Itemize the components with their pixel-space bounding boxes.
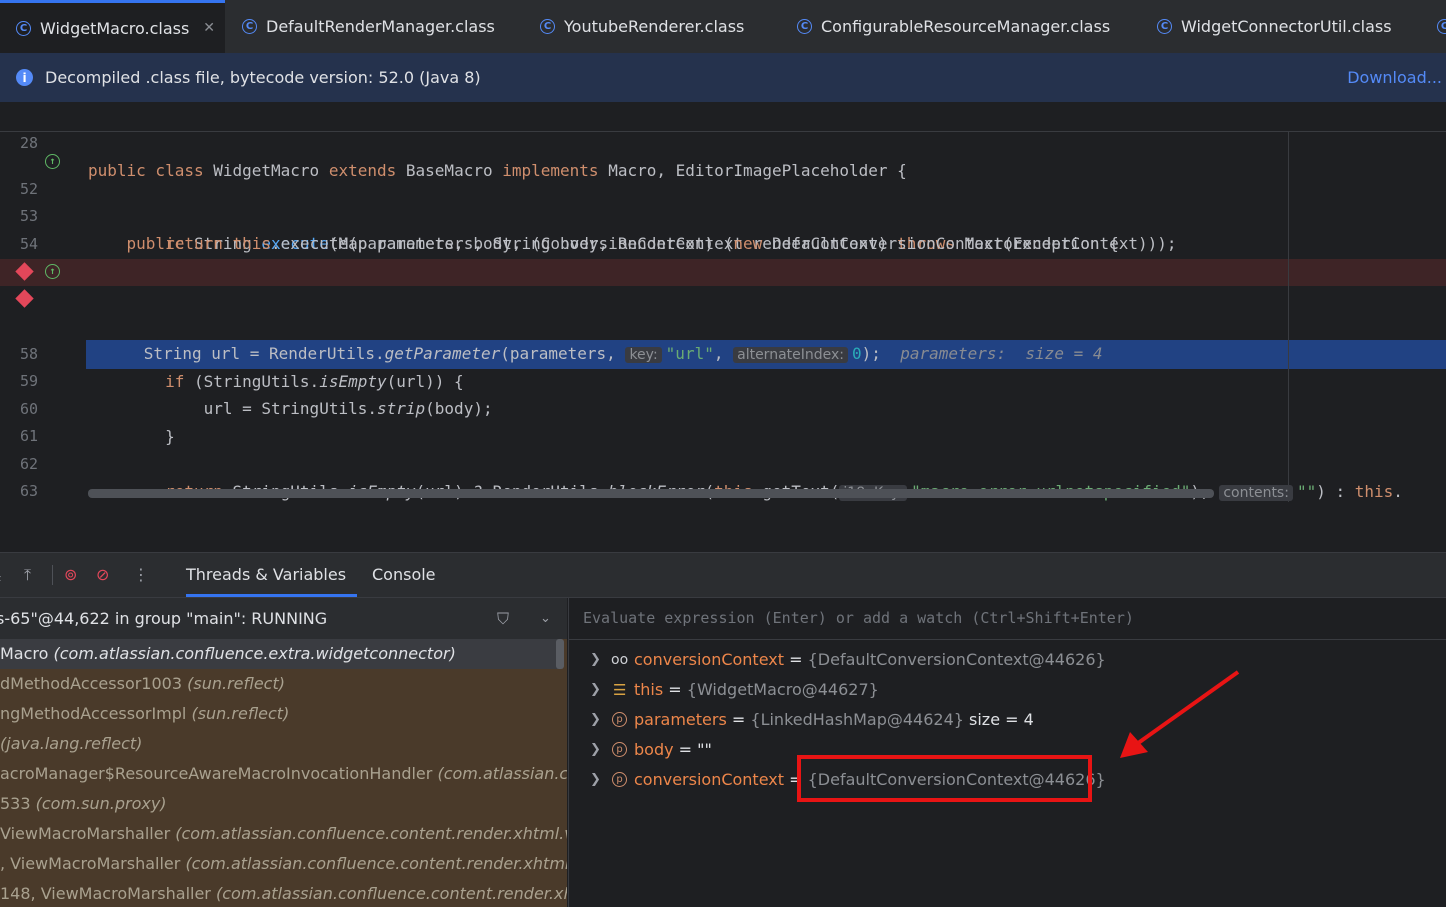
tab-configurableresourcemanager[interactable]: C ConfigurableResourceManager.class xyxy=(797,0,1110,53)
code-line-breakpoint: ↑ public String execute(Map<String, Stri… xyxy=(0,259,1446,363)
class-file-icon: C xyxy=(1157,19,1172,34)
decompiled-banner: i Decompiled .class file, bytecode versi… xyxy=(0,53,1446,103)
tab-defaultrendermanager[interactable]: C DefaultRenderManager.class xyxy=(242,0,495,53)
expand-icon[interactable]: ❯ xyxy=(590,765,601,795)
evaluate-expression-input[interactable]: Evaluate expression (Enter) or add a wat… xyxy=(569,598,1446,640)
close-icon[interactable]: ✕ xyxy=(203,20,215,36)
frames-scrollbar[interactable] xyxy=(556,639,564,669)
code-line: 60 } xyxy=(0,369,1446,446)
expand-icon[interactable]: ❯ xyxy=(590,675,601,705)
stack-frame[interactable]: ngMethodAccessorImpl (sun.reflect) xyxy=(0,699,289,729)
code-line: 51 xyxy=(0,126,1446,139)
code-line: 59 url = StringUtils.strip(body); xyxy=(0,341,1446,418)
toolbar-divider xyxy=(52,565,53,585)
parameter-icon: p xyxy=(612,712,627,727)
override-icon[interactable]: ↑ xyxy=(45,154,60,169)
right-margin-guide xyxy=(1288,132,1289,502)
more-options-icon[interactable]: ⋮ xyxy=(133,565,149,584)
info-icon: i xyxy=(16,69,33,86)
expand-icon[interactable]: ❯ xyxy=(590,705,601,735)
tab-overflow[interactable]: C xyxy=(1437,0,1446,53)
tab-label: WidgetConnectorUtil.class xyxy=(1181,17,1392,36)
debug-toolbar: ⤓ ⤒ ⊚ ⊘ ⋮ Threads & Variables Console xyxy=(0,553,1446,598)
chevron-down-icon[interactable]: ⌄ xyxy=(540,598,551,639)
class-file-icon: C xyxy=(540,19,555,34)
tab-console[interactable]: Console xyxy=(372,553,436,597)
annotation-highlight-box xyxy=(797,755,1092,802)
stack-frame[interactable]: acroManager$ResourceAwareMacroInvocation… xyxy=(0,759,567,789)
tab-label: ConfigurableResourceManager.class xyxy=(821,17,1111,36)
banner-text: Decompiled .class file, bytecode version… xyxy=(45,68,481,87)
code-editor[interactable]: 28 public class WidgetMacro extends Base… xyxy=(0,102,1446,502)
stack-frame[interactable]: 533 (com.sun.proxy) xyxy=(0,789,167,819)
breakpoint-icon[interactable] xyxy=(15,262,34,281)
code-line: 55 xyxy=(0,231,1446,280)
code-line: 52 ↑ public String execute(Map parameter… xyxy=(0,149,1446,253)
code-line: 61 xyxy=(19,427,38,445)
horizontal-scrollbar[interactable] xyxy=(88,489,1214,498)
code-line-current: String url = RenderUtils.getParameter(pa… xyxy=(0,286,1446,369)
tab-threads-variables[interactable]: Threads & Variables xyxy=(186,553,357,597)
tab-widgetconnectorutil[interactable]: C WidgetConnectorUtil.class xyxy=(1157,0,1392,53)
class-file-icon: C xyxy=(1437,19,1446,34)
class-file-icon: C xyxy=(16,20,31,36)
code-line: 54 } xyxy=(0,204,1446,281)
editor-tab-bar: C WidgetMacro.class ✕ C DefaultRenderMan… xyxy=(0,0,1446,53)
tab-label: DefaultRenderManager.class xyxy=(266,17,495,36)
stack-frame[interactable]: ViewMacroMarshaller (com.atlassian.confl… xyxy=(0,819,567,849)
override-icon[interactable]: ↑ xyxy=(45,264,60,279)
tab-label: WidgetMacro.class xyxy=(40,18,190,38)
variables-pane: Evaluate expression (Enter) or add a wat… xyxy=(568,598,1446,907)
parameter-icon: p xyxy=(612,742,627,757)
code-line: 63 } xyxy=(19,482,38,500)
tab-youtuberenderer[interactable]: C YoutubeRenderer.class xyxy=(540,0,744,53)
stack-frame[interactable]: 148, ViewMacroMarshaller (com.atlassian.… xyxy=(0,879,567,907)
thread-selector[interactable]: s-65"@44,622 in group "main": RUNNING ⛉ … xyxy=(0,598,567,640)
class-file-icon: C xyxy=(242,19,257,34)
filter-icon[interactable]: ⛉ xyxy=(497,598,509,639)
stack-frame[interactable]: dMethodAccessor1003 (sun.reflect) xyxy=(0,669,285,699)
tab-label: YoutubeRenderer.class xyxy=(564,17,745,36)
step-into-icon[interactable]: ⤓ xyxy=(0,565,1,585)
download-sources-link[interactable]: Download... xyxy=(1347,68,1442,87)
stack-frame[interactable]: (java.lang.reflect) xyxy=(0,729,142,759)
breakpoint-icon[interactable] xyxy=(15,289,34,308)
class-file-icon: C xyxy=(797,19,812,34)
code-line: 53 return this.execute(parameters, body,… xyxy=(0,176,1446,253)
mute-breakpoints-icon[interactable]: ⊘ xyxy=(96,565,109,584)
annotation-arrow-icon xyxy=(1120,670,1240,758)
parameter-icon: p xyxy=(612,772,627,787)
thread-status: s-65"@44,622 in group "main": RUNNING xyxy=(0,609,328,628)
expand-icon[interactable]: ❯ xyxy=(590,645,601,675)
view-breakpoints-icon[interactable]: ⊚ xyxy=(64,565,77,584)
stack-frame[interactable]: Macro (com.atlassian.confluence.extra.wi… xyxy=(0,639,560,669)
stack-frame[interactable]: , ViewMacroMarshaller (com.atlassian.con… xyxy=(0,849,567,879)
code-line: 58 if (StringUtils.isEmpty(url)) { xyxy=(0,314,1446,391)
stack-frames-list: Macro (com.atlassian.confluence.extra.wi… xyxy=(0,639,567,907)
watch-icon: oo xyxy=(611,652,629,668)
expand-icon[interactable]: ❯ xyxy=(590,735,601,765)
tab-widgetmacro[interactable]: C WidgetMacro.class ✕ xyxy=(0,0,225,53)
step-out-icon[interactable]: ⤒ xyxy=(24,565,31,585)
code-line: 62 return StringUtils.isEmpty(url) ? Ren… xyxy=(0,424,1446,501)
field-stack-icon: ☰ xyxy=(613,681,627,699)
